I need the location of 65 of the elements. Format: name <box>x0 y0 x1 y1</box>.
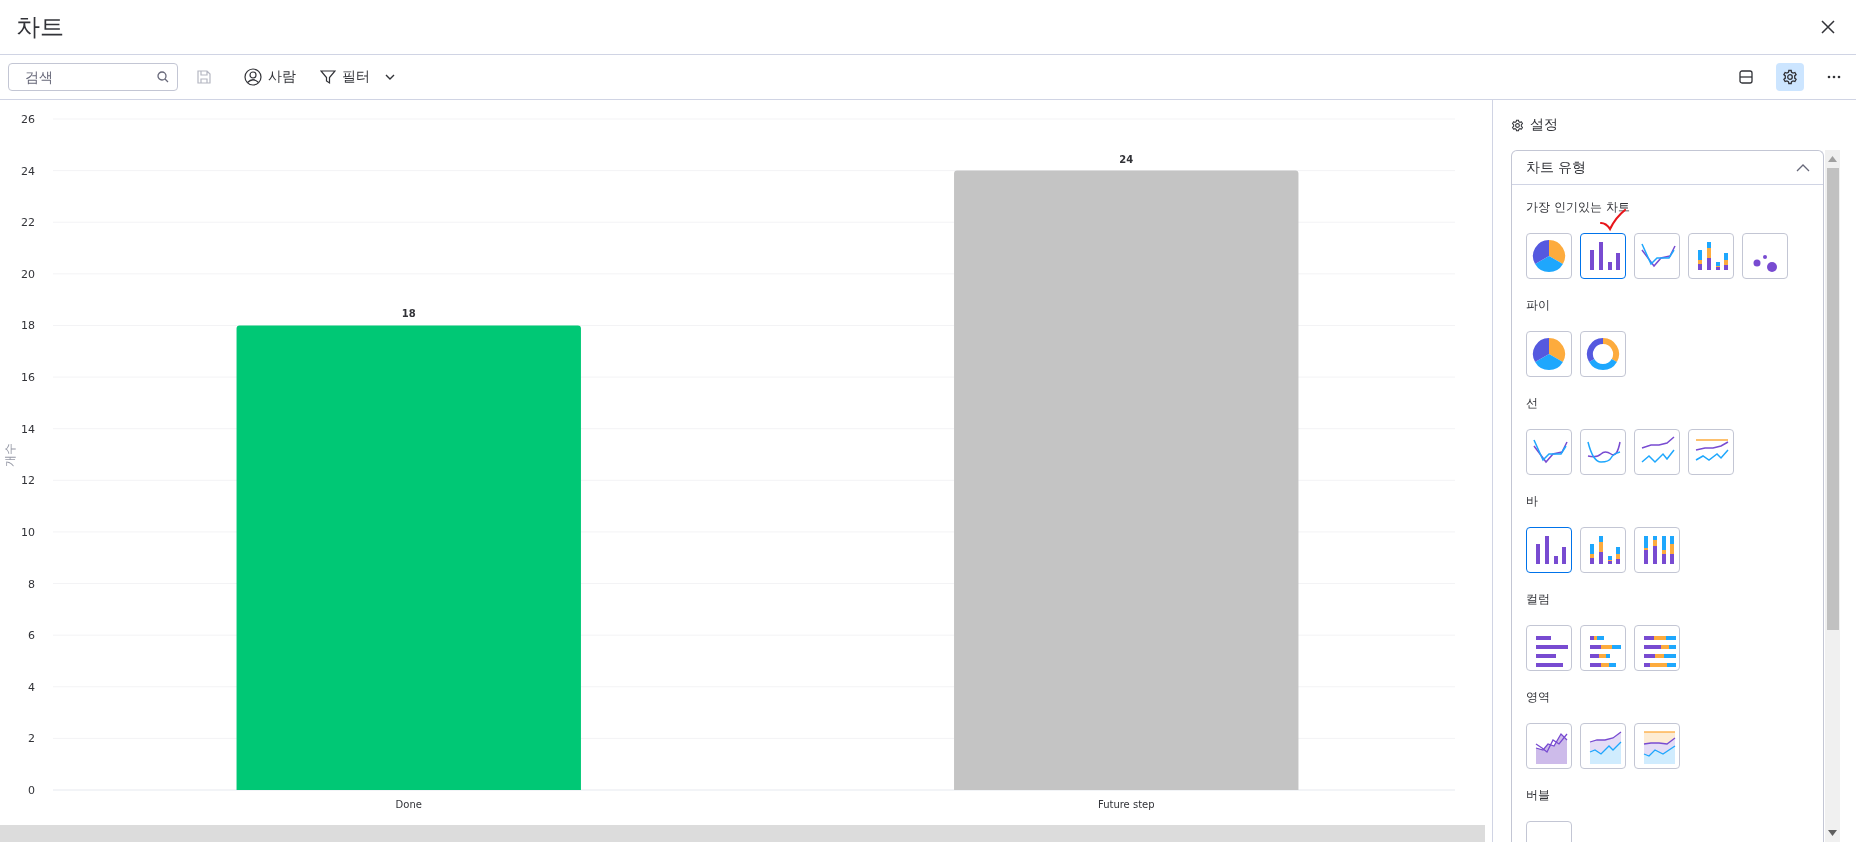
chart-type-option[interactable] <box>1580 233 1626 279</box>
chart-type-option[interactable] <box>1580 527 1626 573</box>
y-tick-label: 24 <box>21 164 35 178</box>
group-label: 선 <box>1526 395 1539 411</box>
settings-icon <box>1511 118 1524 132</box>
group-label: 컬럼 <box>1526 591 1551 607</box>
y-tick-label: 2 <box>28 732 35 746</box>
chart-type-option[interactable] <box>1526 429 1572 475</box>
person-icon <box>244 68 262 86</box>
settings-button[interactable] <box>1776 63 1804 91</box>
search-icon <box>157 71 169 83</box>
filter-icon <box>320 69 336 85</box>
y-tick-label: 12 <box>21 474 35 488</box>
settings-icon <box>1782 69 1798 85</box>
chart-type-option[interactable] <box>1580 625 1626 671</box>
y-tick-label: 20 <box>21 267 35 281</box>
group-label: 가장 인기있는 차트 <box>1526 199 1631 215</box>
scrollbar[interactable] <box>1825 150 1840 842</box>
bubble-chart-icon <box>1753 254 1777 272</box>
chart-type-option[interactable] <box>1580 429 1626 475</box>
group-label: 파이 <box>1526 297 1551 313</box>
y-tick-label: 22 <box>21 216 35 230</box>
layout-icon <box>1738 69 1754 85</box>
search-field[interactable]: 검색 <box>8 63 178 91</box>
chart-type-option[interactable] <box>1634 233 1680 279</box>
person-button[interactable]: 사람 <box>236 62 304 92</box>
scrollbar[interactable] <box>0 825 1485 842</box>
group-label: 버블 <box>1526 787 1551 803</box>
y-tick-label: 10 <box>21 525 35 539</box>
window-title: 차트 <box>16 12 64 43</box>
chart-type-option[interactable] <box>1526 723 1572 769</box>
filter-button[interactable]: 필터 <box>312 62 404 92</box>
y-tick-label: 0 <box>28 784 35 797</box>
data-label: 18 <box>401 308 416 320</box>
chart-type-option[interactable] <box>1688 233 1734 279</box>
scroll-down-icon[interactable] <box>1828 830 1837 836</box>
y-tick-label: 4 <box>28 680 35 694</box>
chart-type-option[interactable] <box>1580 331 1626 377</box>
data-label: 24 <box>1119 153 1134 165</box>
group-label: 영역 <box>1526 689 1551 705</box>
y-tick-label: 8 <box>28 577 35 591</box>
section-title: 차트 유형 <box>1526 158 1587 177</box>
chart-type-option[interactable] <box>1526 233 1572 279</box>
chart-type-option[interactable] <box>1634 625 1680 671</box>
chart-type-option[interactable] <box>1634 527 1680 573</box>
y-tick-label: 6 <box>28 629 35 643</box>
y-tick-label: 26 <box>21 113 35 126</box>
y-tick-label: 16 <box>21 371 35 385</box>
search-input[interactable]: 검색 <box>23 68 157 86</box>
x-tick-label: Done <box>395 799 422 810</box>
y-axis-label: 개수 <box>3 442 17 467</box>
y-tick-label: 14 <box>21 422 35 436</box>
y-tick-label: 18 <box>21 319 35 333</box>
chart-type-option[interactable] <box>1580 723 1626 769</box>
more-icon <box>1826 75 1842 79</box>
group-label: 바 <box>1526 493 1539 509</box>
chart-type-option[interactable] <box>1634 723 1680 769</box>
chart-type-option[interactable] <box>1742 233 1788 279</box>
chart-type-option[interactable] <box>1688 429 1734 475</box>
chart-type-option[interactable] <box>1634 429 1680 475</box>
panel-title: 설정 <box>1530 116 1558 134</box>
x-tick-label: Future step <box>1097 799 1155 810</box>
chart-type-option[interactable] <box>1526 331 1572 377</box>
chart-type-option[interactable] <box>1526 527 1572 573</box>
chart-type-option[interactable] <box>1526 625 1572 671</box>
